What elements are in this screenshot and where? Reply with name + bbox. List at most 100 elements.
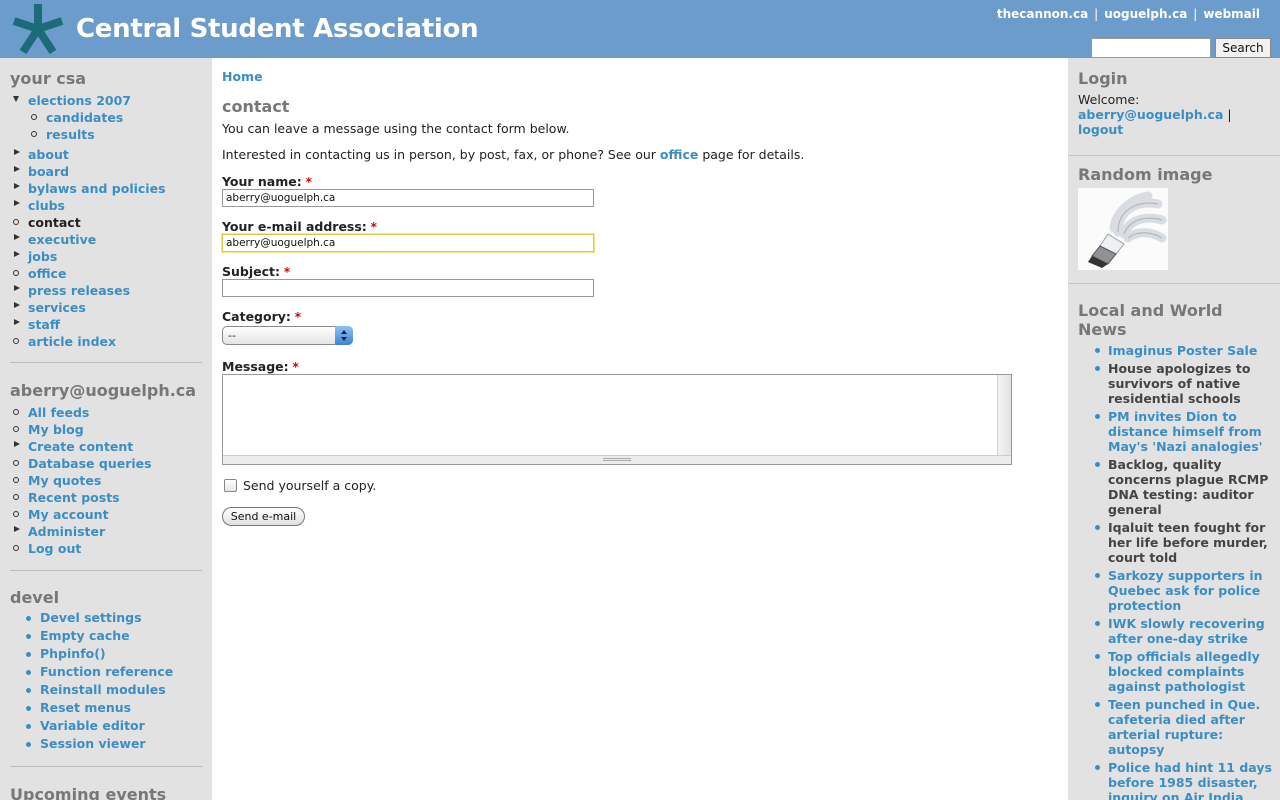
news-item[interactable]: Police had hint 11 days before 1985 disa… [1095,760,1273,800]
news-item[interactable]: Backlog, quality concerns plague RCMP DN… [1095,457,1273,517]
collapsed-triangle-icon [14,234,20,240]
random-image[interactable] [1078,188,1168,270]
news-item[interactable]: Top officials allegedly blocked complain… [1095,649,1273,694]
user-menu-item-log-out[interactable]: Log out [13,540,208,557]
user-menu-item-database-queries[interactable]: Database queries [13,455,208,472]
menu-item-jobs[interactable]: jobs [14,248,208,265]
circle-bullet-icon [13,511,19,517]
user-menu-item-recent-posts[interactable]: Recent posts [13,489,208,506]
webmail-link[interactable]: webmail [1203,7,1260,21]
devel-item-devel-settings[interactable]: Devel settings [26,609,208,627]
news-item[interactable]: Sarkozy supporters in Quebec ask for pol… [1095,568,1273,613]
divider [10,570,202,571]
intro-text: You can leave a message using the contac… [222,121,570,136]
menu-item-about[interactable]: about [14,146,208,163]
news-item[interactable]: PM invites Dion to distance himself from… [1095,409,1273,454]
devel-item-function-reference[interactable]: Function reference [26,663,208,681]
devel-item-empty-cache[interactable]: Empty cache [26,627,208,645]
collapsed-triangle-icon [14,285,20,291]
circle-bullet-icon [13,426,19,432]
devel-item-reset-menus[interactable]: Reset menus [26,699,208,717]
circle-bullet-icon [13,219,19,225]
textarea-resize-grippie[interactable] [223,455,1011,464]
welcome-text: Welcome: [1078,92,1140,107]
expanded-triangle-icon [13,96,19,102]
your-csa-title: your csa [10,69,87,88]
circle-bullet-icon [13,477,19,483]
user-menu-item-administer[interactable]: Administer [14,523,208,540]
office-info-text: Interested in contacting us in person, b… [222,147,805,162]
user-menu-item-create-content[interactable]: Create content [14,438,208,455]
logout-link[interactable]: logout [1078,122,1123,137]
dot-bullet-icon [1095,366,1100,371]
menu-item-elections[interactable]: elections 2007 [13,92,208,109]
grippie-icon [603,458,631,461]
user-menu: All feeds My blog Create content Database q… [13,404,208,557]
email-field[interactable] [222,234,594,252]
menu-item-office[interactable]: office [13,265,208,282]
collapsed-triangle-icon [14,200,20,206]
circle-bullet-icon [13,338,19,344]
menu-item-services[interactable]: services [14,299,208,316]
menu-item-article-index[interactable]: article index [13,333,208,350]
news-item[interactable]: Teen punched in Que. cafeteria died afte… [1095,697,1273,757]
send-email-button[interactable]: Send e-mail [222,507,305,526]
textarea-scrollbar[interactable] [997,375,1011,455]
divider [1068,155,1280,156]
collapsed-triangle-icon [14,166,20,172]
news-item[interactable]: Iqaluit teen fought for her life before … [1095,520,1273,565]
elections-submenu: candidates results [31,109,226,143]
csa-asterisk-logo-icon[interactable] [10,2,66,56]
breadcrumb-home[interactable]: Home [222,69,263,84]
site-name[interactable]: Central Student Association [76,14,479,44]
menu-item-candidates[interactable]: candidates [31,109,226,126]
menu-item-board[interactable]: board [14,163,208,180]
dot-bullet-icon [1095,765,1100,770]
message-textarea[interactable] [223,375,997,455]
office-link[interactable]: office [660,147,698,162]
menu-item-bylaws-and-policies[interactable]: bylaws and policies [14,180,208,197]
news-item[interactable]: Imaginus Poster Sale [1095,343,1273,358]
name-field[interactable] [222,189,594,207]
category-select[interactable]: -- [222,326,353,345]
user-account-link[interactable]: aberry@uoguelph.ca [1078,107,1223,122]
devel-item-reinstall-modules[interactable]: Reinstall modules [26,681,208,699]
menu-item-results[interactable]: results [31,126,226,143]
user-menu-item-my-account[interactable]: My account [13,506,208,523]
devel-item-variable-editor[interactable]: Variable editor [26,717,208,735]
circle-bullet-icon [13,409,19,415]
search-button[interactable]: Search [1215,38,1271,58]
menu-item-press-releases[interactable]: press releases [14,282,208,299]
dot-bullet-icon [1095,702,1100,707]
collapsed-triangle-icon [14,149,20,155]
uoguelph-link[interactable]: uoguelph.ca [1104,7,1187,21]
email-label: Your e-mail address: * [222,219,377,234]
devel-item-session-viewer[interactable]: Session viewer [26,735,208,753]
menu-item-clubs[interactable]: clubs [14,197,208,214]
user-menu-item-my-quotes[interactable]: My quotes [13,472,208,489]
menu-item-staff[interactable]: staff [14,316,208,333]
user-menu-item-my-blog[interactable]: My blog [13,421,208,438]
message-textarea-wrapper [222,374,1012,465]
menu-item-executive[interactable]: executive [14,231,208,248]
divider [10,766,202,767]
devel-item-phpinfo[interactable]: Phpinfo() [26,645,208,663]
dot-bullet-icon [1095,462,1100,467]
search-input[interactable] [1091,38,1211,58]
select-arrows-icon [335,326,353,345]
user-menu-item-all-feeds[interactable]: All feeds [13,404,208,421]
send-copy-checkbox[interactable] [224,479,237,492]
login-title: Login [1078,69,1128,88]
news-list: Imaginus Poster Sale House apologizes to … [1095,343,1273,800]
menu-item-contact[interactable]: contact [13,214,208,231]
collapsed-triangle-icon [14,251,20,257]
subject-field[interactable] [222,279,594,297]
dot-bullet-icon [26,670,31,675]
collapsed-triangle-icon [14,183,20,189]
circle-bullet-icon [13,545,19,551]
subject-label: Subject: * [222,264,291,279]
logged-in-user: aberry@uoguelph.ca | [1078,107,1232,122]
news-item[interactable]: IWK slowly recovering after one-day stri… [1095,616,1273,646]
thecannon-link[interactable]: thecannon.ca [997,7,1088,21]
news-item[interactable]: House apologizes to survivors of native … [1095,361,1273,406]
